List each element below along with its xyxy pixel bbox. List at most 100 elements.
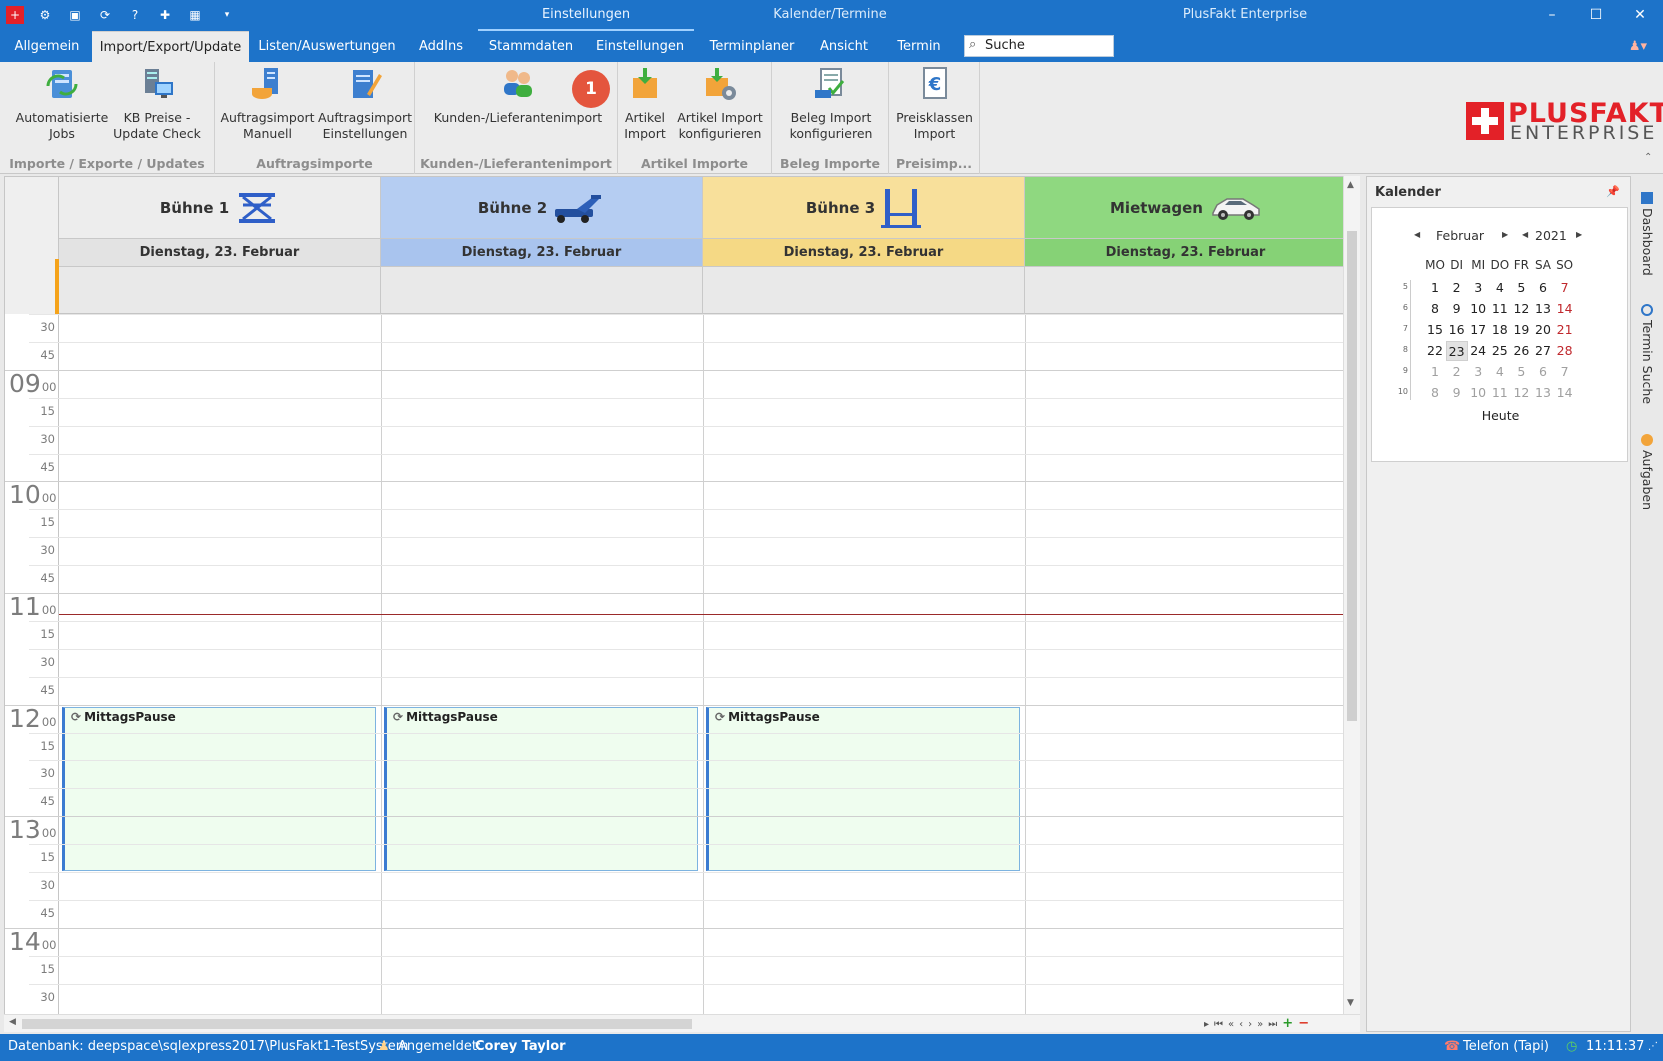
- calendar-day[interactable]: 7: [1554, 362, 1576, 382]
- calendar-day[interactable]: 10: [1467, 299, 1489, 319]
- calendar-day[interactable]: 13: [1532, 299, 1554, 319]
- tab-termin[interactable]: Termin: [888, 31, 950, 62]
- calendar-day[interactable]: 3: [1467, 278, 1489, 298]
- minimize-button[interactable]: –: [1529, 0, 1575, 31]
- next-month-icon[interactable]: ▶: [1502, 230, 1508, 239]
- date-navigator[interactable]: ◀ Februar ▶ ◀ 2021 ▶ Heute MO DI MI DO FR SA S…: [1371, 207, 1628, 462]
- resize-grip-icon[interactable]: ⋰: [1648, 1034, 1658, 1060]
- next-year-icon[interactable]: ▶: [1576, 230, 1582, 239]
- close-button[interactable]: ✕: [1617, 0, 1663, 31]
- calendar-day[interactable]: 6: [1532, 362, 1554, 382]
- preisklassen-import-button[interactable]: € Preisklassen Import: [891, 66, 978, 142]
- auftragsimport-einstellungen-button[interactable]: Auftragsimport Einstellungen: [315, 66, 415, 142]
- all-day-area[interactable]: [59, 267, 380, 314]
- calendar-day[interactable]: 28: [1554, 341, 1576, 361]
- app-logo-icon[interactable]: +: [6, 6, 24, 24]
- scroll-down-icon[interactable]: ▼: [1347, 998, 1354, 1008]
- scheduler[interactable]: Bühne 1 Dienstag, 23. Februar Bühne 2 Di…: [4, 176, 1352, 1032]
- prev-year-icon[interactable]: ◀: [1522, 230, 1528, 239]
- calendar-day[interactable]: 11: [1489, 299, 1511, 319]
- calendar-day[interactable]: 8: [1424, 383, 1446, 403]
- pin-icon[interactable]: 📌: [1606, 185, 1620, 198]
- tab-einstellungen[interactable]: Einstellungen: [590, 31, 690, 62]
- month-label[interactable]: Februar: [1436, 228, 1484, 243]
- hscroll-thumb[interactable]: [22, 1019, 692, 1029]
- side-tab-aufgaben[interactable]: Aufgaben: [1640, 434, 1655, 510]
- calendar-day[interactable]: 10: [1467, 383, 1489, 403]
- horizontal-scrollbar[interactable]: ◀ ▸⏮«‹›»⏭+−: [4, 1014, 1360, 1032]
- artikel-import-konfigurieren-button[interactable]: Artikel Import konfigurieren: [670, 66, 770, 142]
- tab-allgemein[interactable]: Allgemein: [8, 31, 86, 62]
- phone-icon[interactable]: ☎: [1444, 1034, 1460, 1060]
- calendar-day[interactable]: 4: [1489, 362, 1511, 382]
- calendar-day[interactable]: 22: [1424, 341, 1446, 361]
- auftragsimport-manuell-button[interactable]: Auftragsimport Manuell: [220, 66, 315, 142]
- automatisierte-jobs-button[interactable]: Automatisierte Jobs: [12, 66, 112, 142]
- calendar-day[interactable]: 13: [1532, 383, 1554, 403]
- notification-badge[interactable]: 1: [572, 70, 610, 108]
- scroll-up-icon[interactable]: ▲: [1347, 180, 1354, 190]
- tab-import-export-update[interactable]: Import/Export/Update: [92, 31, 249, 62]
- resource-header-buehne-1[interactable]: Bühne 1 Dienstag, 23. Februar: [59, 177, 381, 314]
- calendar-day[interactable]: 5: [1510, 362, 1532, 382]
- tab-ansicht[interactable]: Ansicht: [812, 31, 876, 62]
- all-day-area[interactable]: [703, 267, 1024, 314]
- quick-access-dropdown-icon[interactable]: ▾: [218, 6, 236, 24]
- calendar-day[interactable]: 26: [1510, 341, 1532, 361]
- side-tab-termin-suche[interactable]: Termin Suche: [1640, 304, 1655, 404]
- calendar-day[interactable]: 7: [1554, 278, 1576, 298]
- calendar-day[interactable]: 27: [1532, 341, 1554, 361]
- calendar-day[interactable]: 5: [1510, 278, 1532, 298]
- scroll-left-icon[interactable]: ◀: [9, 1017, 16, 1027]
- all-day-area[interactable]: [381, 267, 702, 314]
- calendar-day[interactable]: 9: [1446, 383, 1468, 403]
- calendar-day[interactable]: 19: [1510, 320, 1532, 340]
- artikel-import-button[interactable]: Artikel Import: [620, 66, 670, 142]
- calendar-day[interactable]: 6: [1532, 278, 1554, 298]
- calendar-day[interactable]: 14: [1554, 383, 1576, 403]
- side-tab-dashboard[interactable]: Dashboard: [1640, 192, 1655, 276]
- calendar-day[interactable]: 2: [1446, 362, 1468, 382]
- prev-month-icon[interactable]: ◀: [1414, 230, 1420, 239]
- tab-terminplaner[interactable]: Terminplaner: [703, 31, 801, 62]
- calendar-day[interactable]: 15: [1424, 320, 1446, 340]
- search-input[interactable]: ⌕ Suche: [964, 35, 1114, 57]
- calendar-day[interactable]: 20: [1532, 320, 1554, 340]
- tab-addins[interactable]: AddIns: [410, 31, 472, 62]
- calendar-day[interactable]: 12: [1510, 383, 1532, 403]
- quick-update-icon[interactable]: ⟳: [96, 6, 114, 24]
- vertical-scrollbar[interactable]: ▲ ▼: [1343, 176, 1360, 1014]
- record-navigator[interactable]: ▸⏮«‹›»⏭+−: [1204, 1016, 1314, 1031]
- resource-header-buehne-3[interactable]: Bühne 3 Dienstag, 23. Februar: [703, 177, 1025, 314]
- tab-listen-auswertungen[interactable]: Listen/Auswertungen: [257, 31, 397, 62]
- quick-window-icon[interactable]: ▣: [66, 6, 84, 24]
- calendar-day[interactable]: 23: [1445, 341, 1468, 361]
- calendar-day[interactable]: 3: [1467, 362, 1489, 382]
- help-icon[interactable]: ?: [126, 6, 144, 24]
- resource-header-buehne-2[interactable]: Bühne 2 Dienstag, 23. Februar: [381, 177, 703, 314]
- scroll-thumb[interactable]: [1347, 231, 1357, 721]
- calendar-day[interactable]: 11: [1489, 383, 1511, 403]
- calendar-day[interactable]: 24: [1467, 341, 1489, 361]
- quick-support-icon[interactable]: ✚: [156, 6, 174, 24]
- today-button[interactable]: Heute: [1372, 408, 1629, 423]
- calendar-day[interactable]: 18: [1489, 320, 1511, 340]
- calendar-day[interactable]: 8: [1424, 299, 1446, 319]
- calendar-day[interactable]: 17: [1467, 320, 1489, 340]
- calendar-day[interactable]: 1: [1424, 278, 1446, 298]
- user-menu-icon[interactable]: ♟▾: [1622, 31, 1654, 62]
- calendar-day[interactable]: 14: [1554, 299, 1576, 319]
- calendar-day[interactable]: 4: [1489, 278, 1511, 298]
- calendar-day[interactable]: 12: [1510, 299, 1532, 319]
- collapse-ribbon-icon[interactable]: ⌃: [1644, 152, 1652, 163]
- quick-settings-icon[interactable]: ⚙: [36, 6, 54, 24]
- phone-status[interactable]: Telefon (Tapi): [1463, 1034, 1549, 1060]
- calendar-day[interactable]: 21: [1554, 320, 1576, 340]
- year-label[interactable]: 2021: [1535, 228, 1567, 243]
- maximize-button[interactable]: ☐: [1573, 0, 1619, 31]
- tab-stammdaten[interactable]: Stammdaten: [485, 31, 577, 62]
- beleg-import-konfigurieren-button[interactable]: Beleg Import konfigurieren: [777, 66, 885, 142]
- calendar-day[interactable]: 1: [1424, 362, 1446, 382]
- calendar-day[interactable]: 16: [1446, 320, 1468, 340]
- kb-preise-update-check-button[interactable]: KB Preise - Update Check: [112, 66, 202, 142]
